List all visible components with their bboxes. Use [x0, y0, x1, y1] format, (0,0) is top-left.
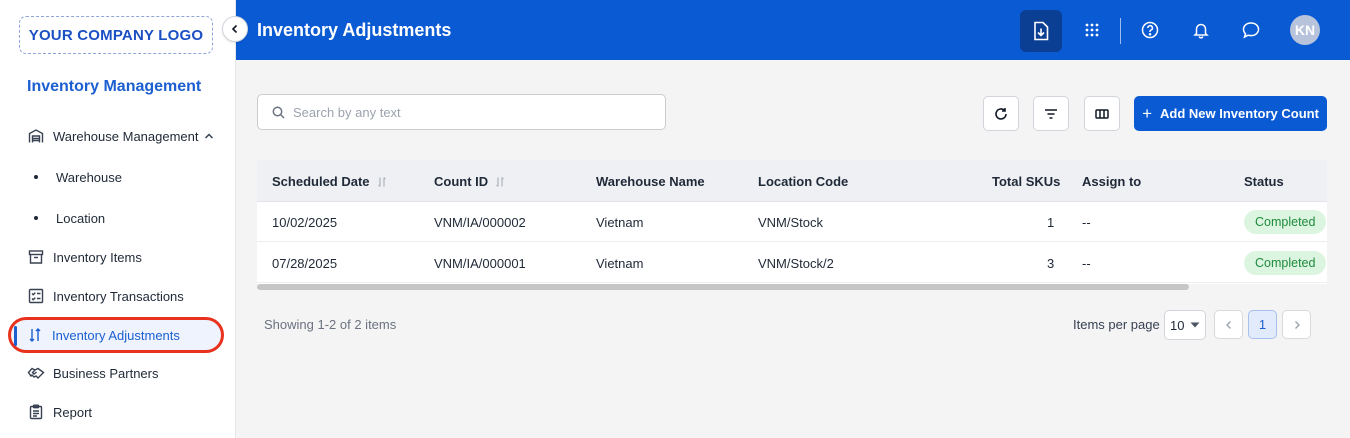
- column-header-count-id[interactable]: Count ID: [434, 174, 506, 189]
- columns-icon: [1095, 108, 1109, 119]
- report-icon: [27, 403, 45, 421]
- horizontal-scrollbar[interactable]: [257, 284, 1189, 290]
- column-header-warehouse-name: Warehouse Name: [596, 174, 705, 189]
- sidebar-collapse-button[interactable]: [222, 16, 248, 42]
- chevron-right-icon: [1294, 320, 1300, 329]
- plus-icon: +: [1142, 104, 1153, 123]
- cell-scheduled-date: 10/02/2025: [272, 215, 338, 230]
- sidebar-item-warehouse[interactable]: Warehouse: [10, 162, 222, 192]
- bell-icon: [1193, 23, 1209, 39]
- refresh-button[interactable]: [983, 96, 1019, 131]
- items-per-page-label: Items per page: [1073, 317, 1160, 332]
- column-header-status: Status: [1244, 174, 1284, 189]
- cell-assign-to: --: [1082, 215, 1091, 230]
- column-header-assign-to: Assign to: [1082, 174, 1142, 189]
- apps-button[interactable]: [1075, 13, 1109, 47]
- notifications-button[interactable]: [1184, 13, 1218, 47]
- sidebar-item-report[interactable]: Report: [10, 396, 222, 428]
- sidebar-item-label: Inventory Transactions: [53, 288, 184, 304]
- chat-icon: [1242, 22, 1260, 39]
- items-per-page-value: 10: [1170, 317, 1185, 333]
- sidebar-item-label: Report: [53, 404, 93, 420]
- sidebar-item-warehouse-management[interactable]: Warehouse Management: [10, 120, 222, 152]
- help-button[interactable]: [1133, 13, 1167, 47]
- add-button-label: Add New Inventory Count: [1160, 106, 1319, 121]
- search-box[interactable]: [257, 94, 666, 130]
- showing-items-text: Showing 1-2 of 2 items: [264, 317, 397, 332]
- sort-icon[interactable]: [494, 176, 506, 188]
- filter-button[interactable]: [1033, 96, 1069, 131]
- table-row[interactable]: 10/02/2025 VNM/IA/000002 Vietnam VNM/Sto…: [257, 202, 1327, 242]
- cell-assign-to: --: [1082, 256, 1091, 271]
- header-divider: [1120, 18, 1121, 44]
- company-logo[interactable]: YOUR COMPANY LOGO: [19, 16, 213, 54]
- next-page-button[interactable]: [1282, 310, 1311, 339]
- cell-location-code: VNM/Stock/2: [758, 256, 834, 271]
- table-header: Scheduled Date Count ID Warehouse Name L…: [257, 160, 1327, 202]
- sidebar-item-label: Warehouse: [56, 169, 122, 185]
- status-badge: Completed: [1244, 251, 1327, 275]
- column-header-total-skus: Total SKUs: [992, 174, 1061, 189]
- cell-scheduled-date: 07/28/2025: [272, 256, 338, 271]
- chat-button[interactable]: [1234, 13, 1268, 47]
- page-1-button[interactable]: 1: [1248, 310, 1277, 339]
- add-new-inventory-count-button[interactable]: + Add New Inventory Count: [1134, 96, 1327, 131]
- cell-total-skus: 3: [1047, 256, 1055, 271]
- top-header: Inventory Adjustments KN: [236, 0, 1350, 60]
- search-icon: [272, 106, 285, 119]
- download-button[interactable]: [1020, 10, 1062, 52]
- sidebar: YOUR COMPANY LOGO Inventory Management W…: [0, 0, 236, 438]
- archive-box-icon: [27, 248, 45, 266]
- page-title: Inventory Adjustments: [257, 20, 452, 40]
- sidebar-item-label: Warehouse Management: [53, 128, 199, 144]
- status-badge: Completed: [1244, 210, 1327, 234]
- help-icon: [1141, 21, 1159, 39]
- cell-count-id: VNM/IA/000001: [434, 256, 526, 271]
- sidebar-item-label: Inventory Adjustments: [52, 327, 180, 343]
- inventory-adjustments-table: Scheduled Date Count ID Warehouse Name L…: [257, 160, 1327, 284]
- search-input[interactable]: [293, 104, 643, 120]
- cell-location-code: VNM/Stock: [758, 215, 824, 230]
- refresh-icon: [995, 107, 1007, 120]
- columns-button[interactable]: [1084, 96, 1120, 131]
- active-indicator: [14, 326, 17, 346]
- sidebar-item-label: Business Partners: [53, 365, 159, 381]
- filter-lines-icon: [1045, 108, 1057, 119]
- cell-warehouse-name: Vietnam: [596, 215, 644, 230]
- column-header-scheduled-date[interactable]: Scheduled Date: [272, 174, 388, 189]
- column-header-location-code: Location Code: [758, 174, 849, 189]
- cell-warehouse-name: Vietnam: [596, 256, 644, 271]
- chevron-left-icon: [1225, 320, 1231, 329]
- apps-grid-icon: [1085, 23, 1099, 37]
- items-per-page-select[interactable]: 10: [1164, 310, 1206, 340]
- section-title: Inventory Management: [27, 78, 202, 95]
- sidebar-item-inventory-transactions[interactable]: Inventory Transactions: [10, 280, 222, 312]
- download-icon: [1034, 21, 1049, 41]
- cell-total-skus: 1: [1047, 215, 1055, 230]
- warehouse-icon: [27, 127, 45, 145]
- chevron-left-icon: [231, 24, 238, 34]
- previous-page-button[interactable]: [1214, 310, 1243, 339]
- handshake-icon: [27, 364, 45, 382]
- caret-down-icon: [1190, 322, 1200, 328]
- adjust-arrows-icon: [26, 326, 44, 344]
- sidebar-item-inventory-items[interactable]: Inventory Items: [10, 241, 222, 273]
- sidebar-item-label: Location: [56, 210, 106, 226]
- user-avatar[interactable]: KN: [1290, 15, 1320, 45]
- checklist-icon: [27, 287, 45, 305]
- cell-count-id: VNM/IA/000002: [434, 215, 526, 230]
- bullet-icon: [34, 175, 38, 179]
- bullet-icon: [34, 216, 38, 220]
- sidebar-item-inventory-adjustments[interactable]: Inventory Adjustments: [8, 317, 224, 353]
- table-row[interactable]: 07/28/2025 VNM/IA/000001 Vietnam VNM/Sto…: [257, 243, 1327, 283]
- sidebar-item-location[interactable]: Location: [10, 203, 222, 233]
- sort-icon[interactable]: [376, 176, 388, 188]
- sidebar-item-business-partners[interactable]: Business Partners: [10, 357, 222, 389]
- sidebar-item-label: Inventory Items: [53, 249, 142, 265]
- chevron-up-icon[interactable]: [203, 130, 215, 142]
